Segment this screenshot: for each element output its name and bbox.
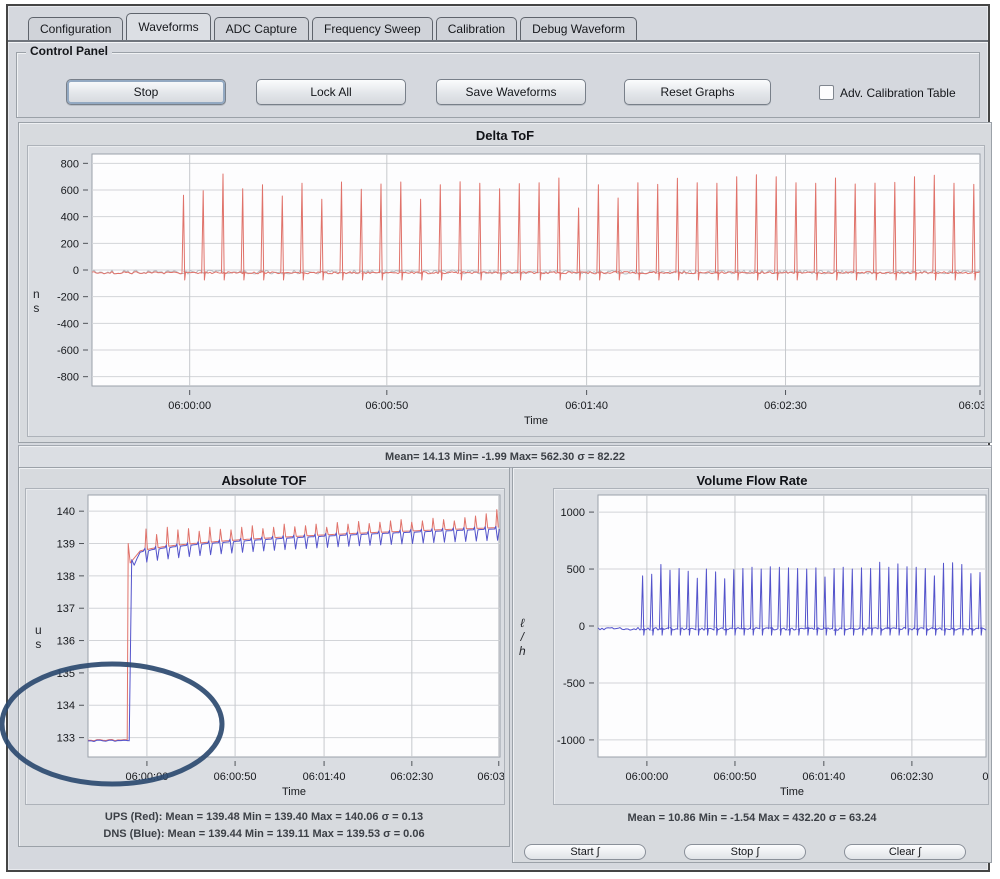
unit-letter: u [35,623,42,637]
x-tick-label: 06:00:00 [168,400,211,412]
volume-flow-chart: 1000 500 0 -500 -1000 06:00:00 06:00:50 06:01:4… [554,489,988,802]
lock-all-button[interactable]: Lock All [256,79,406,105]
y-tick-label: -600 [57,345,79,357]
tab-frequency-sweep[interactable]: Frequency Sweep [312,17,433,40]
x-tick-label: 06:01:40 [303,771,346,783]
y-tick-label: 600 [61,185,79,197]
y-tick-label: 1000 [561,507,585,519]
x-tick-label: 06:00:00 [625,771,668,783]
unit-letter: n [33,287,40,301]
adv-calibration-checkbox[interactable]: Adv. Calibration Table [819,85,956,100]
y-tick-label: -200 [57,292,79,304]
y-tick-label: 0 [579,621,585,633]
volume-flow-unit-label: ℓ / h [519,616,526,658]
delta-tof-panel: Delta ToF n s 800 600 400 200 0 -200 -400 -600 -… [18,122,992,443]
x-tick-label: 06:02:30 [890,771,933,783]
volume-flow-chart-box: 1000 500 0 -500 -1000 06:00:00 06:00:50 06:01:4… [553,488,989,805]
x-tick-label: 06:03:20 [477,771,504,783]
absolute-tof-chart-box: 140 139 138 137 136 135 134 133 06:00:00 06:00:50… [25,488,505,805]
y-tick-label: -800 [57,372,79,384]
y-tick-label: 133 [57,733,75,745]
y-tick-label: 200 [61,238,79,250]
delta-tof-stats: Mean= 14.13 Min= -1.99 Max= 562.30 σ = 8… [18,445,992,468]
y-tick-label: 800 [61,158,79,170]
delta-tof-unit-label: n s [33,287,40,315]
y-tick-label: 134 [57,700,75,712]
tab-waveforms[interactable]: Waveforms [126,13,210,40]
x-tick-label: 06:03: [982,771,988,783]
y-tick-label: -1000 [557,735,585,747]
x-tick-label: 06:02:30 [390,771,433,783]
y-tick-label: -400 [57,318,79,330]
tab-separator [8,40,988,43]
tab-adc-capture[interactable]: ADC Capture [214,17,309,40]
y-tick-label: 135 [57,668,75,680]
absolute-tof-panel: Absolute TOF u s 140 139 138 137 136 135 134 13… [18,467,510,847]
y-tick-label: 139 [57,539,75,551]
y-tick-label: 140 [57,506,75,518]
x-axis-label: Time [524,415,548,427]
y-tick-label: 0 [73,265,79,277]
delta-tof-chart-box: 800 600 400 200 0 -200 -400 -600 -800 06:00:00 06:… [27,145,985,437]
x-tick-label: 06:01:40 [565,400,608,412]
unit-letter: / [519,630,526,644]
reset-graphs-button[interactable]: Reset Graphs [624,79,771,105]
x-tick-label: 06:00:50 [714,771,757,783]
tab-calibration[interactable]: Calibration [436,17,517,40]
delta-tof-chart: 800 600 400 200 0 -200 -400 -600 -800 06:00:00 06:… [28,146,984,434]
save-waveforms-button[interactable]: Save Waveforms [436,79,586,105]
x-tick-label: 06:00:50 [365,400,408,412]
clear-integrator-button[interactable]: Clear ∫ [844,844,966,860]
unit-letter: s [35,637,42,651]
unit-letter: ℓ [519,616,526,630]
tab-configuration[interactable]: Configuration [28,17,123,40]
tab-debug-waveform[interactable]: Debug Waveform [520,17,637,40]
absolute-tof-chart: 140 139 138 137 136 135 134 133 06:00:00 06:00:50… [26,489,504,802]
y-tick-label: 400 [61,212,79,224]
start-integrator-button[interactable]: Start ∫ [524,844,646,860]
tab-bar: Configuration Waveforms ADC Capture Freq… [28,14,640,40]
checkbox-icon[interactable] [819,85,834,100]
checkbox-label: Adv. Calibration Table [840,86,956,100]
unit-letter: s [33,301,40,315]
absolute-tof-stats-dns: DNS (Blue): Mean = 139.44 Min = 139.11 M… [19,828,509,840]
x-axis-label: Time [780,786,804,798]
absolute-tof-title: Absolute TOF [19,473,509,488]
absolute-tof-unit-label: u s [35,623,42,651]
volume-flow-stats: Mean = 10.86 Min = -1.54 Max = 432.20 σ … [513,812,991,824]
application-window: Configuration Waveforms ADC Capture Freq… [6,4,990,872]
x-tick-label: 06:03:20 [959,400,984,412]
y-tick-label: 136 [57,636,75,648]
x-tick-label: 06:01:40 [802,771,845,783]
x-tick-label: 06:00:00 [126,771,169,783]
absolute-tof-stats-ups: UPS (Red): Mean = 139.48 Min = 139.40 Ma… [19,811,509,823]
x-axis-label: Time [282,786,306,798]
x-tick-label: 06:02:30 [764,400,807,412]
unit-letter: h [519,644,526,658]
y-tick-label: 138 [57,571,75,583]
stop-button[interactable]: Stop [66,79,226,105]
y-tick-label: -500 [563,678,585,690]
control-panel-group: Stop Lock All Save Waveforms Reset Graph… [16,52,980,118]
delta-tof-title: Delta ToF [19,128,991,143]
stop-integrator-button[interactable]: Stop ∫ [684,844,806,860]
x-tick-label: 06:00:50 [214,771,257,783]
screenshot-viewport: Configuration Waveforms ADC Capture Freq… [0,0,1000,879]
volume-flow-panel: Volume Flow Rate ℓ / h 1000 500 0 -500 -1000… [512,467,992,863]
y-tick-label: 500 [567,564,585,576]
y-tick-label: 137 [57,603,75,615]
control-panel-title: Control Panel [26,44,112,58]
volume-flow-title: Volume Flow Rate [513,473,991,488]
